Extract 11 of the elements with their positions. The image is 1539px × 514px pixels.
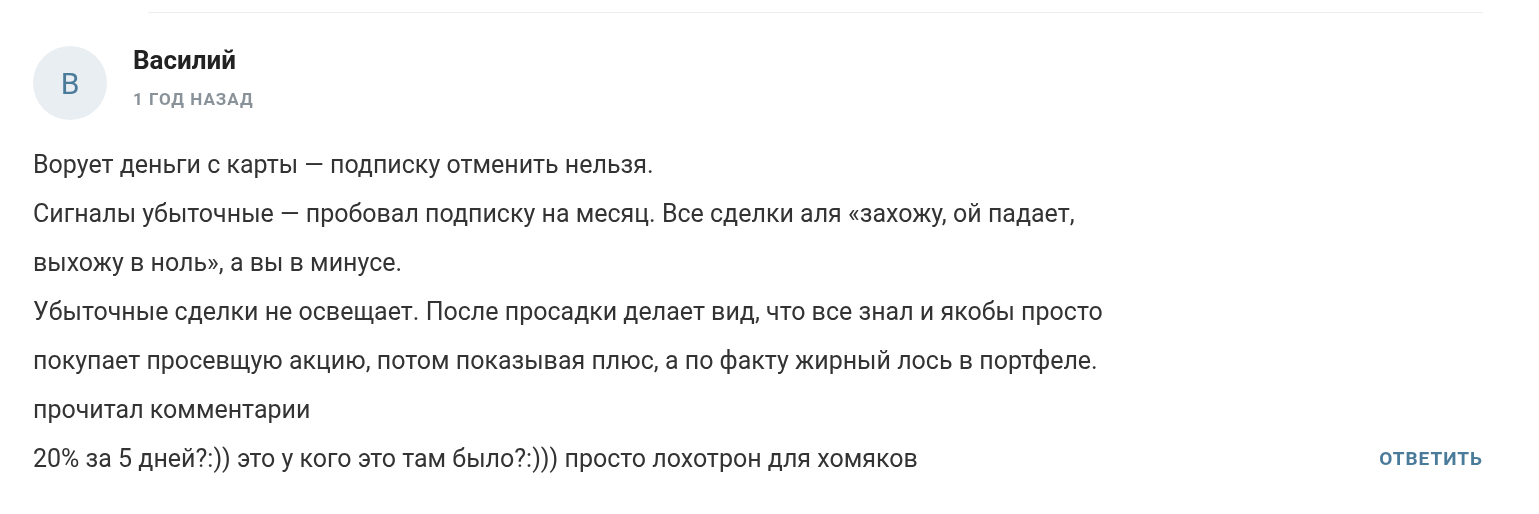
comment-text: Сигналы убыточные — пробовал подписку на месяц. Все сделки аля «захожу, ой падает, (33, 199, 1075, 228)
reply-link[interactable]: ОТВЕТИТЬ (1379, 434, 1483, 483)
comment-text: 20% за 5 дней?:)) это у кого это там было?:))) просто лохотрон для хомяков (33, 443, 918, 475)
comment-text: Ворует деньги с карты — подписку отменить нельзя. (33, 150, 654, 179)
author-name: Василий (133, 45, 237, 75)
comment-time: 1 ГОД НАЗАД (133, 89, 254, 109)
comment-text: прочитал комментарии (33, 395, 311, 424)
avatar-letter: В (60, 65, 80, 101)
comment-text: выхожу в ноль», а вы в минусе. (33, 248, 403, 277)
comment-text: Убыточные сделки не освещает. После просадки делает вид, что все знал и якобы просто (33, 297, 1103, 326)
comment-text: покупает просевщую акцию, потом показывая плюс, а по факту жирный лось в портфеле. (33, 346, 1098, 375)
